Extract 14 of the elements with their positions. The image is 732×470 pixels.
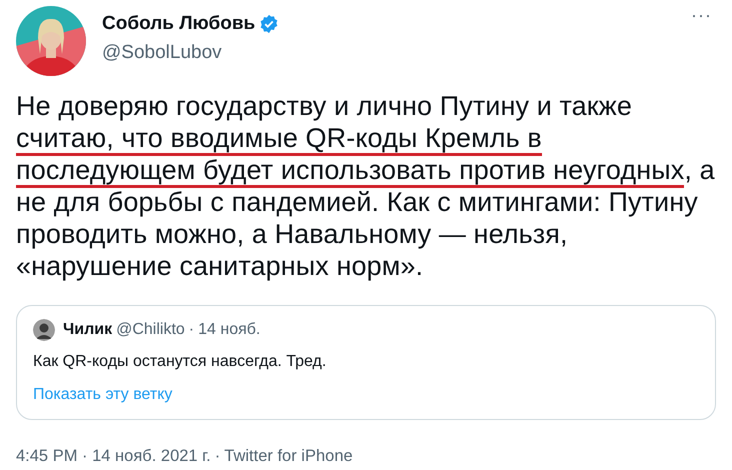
separator: · — [214, 446, 220, 467]
source-link[interactable]: Twitter for iPhone — [224, 444, 353, 469]
author-name[interactable]: Соболь Любовь — [102, 10, 256, 38]
quoted-date: 14 нояб. — [198, 320, 260, 340]
tweet-text: Не доверяю государству и лично Путину и также считаю, что вводимые QR-коды Кремль в последующем будет использовать против неугодных, а не для борьбы с пандемией. Как с митингами: Путину проводить можно, а Навальному — нельзя, «нарушение санитарных норм». — [16, 90, 716, 282]
quoted-tweet-text: Как QR-коды останутся навсегда. Тред. — [33, 352, 328, 372]
quoted-tweet-card[interactable]: Чилик @Chilikto · 14 нояб. Как QR-коды останутся навсегда. Тред. Показать эту ветку — [16, 305, 716, 420]
separator: · — [188, 320, 194, 340]
tweet-timestamp: 4:45 PM · 14 нояб. 2021 г. — [16, 446, 211, 467]
quoted-author-handle: @Chilikto — [116, 320, 185, 340]
quoted-author-name: Чилик — [63, 320, 112, 340]
avatar-icon — [33, 319, 55, 341]
author-handle[interactable]: @SobolLubov — [102, 38, 688, 67]
more-button[interactable]: ··· — [687, 6, 716, 24]
